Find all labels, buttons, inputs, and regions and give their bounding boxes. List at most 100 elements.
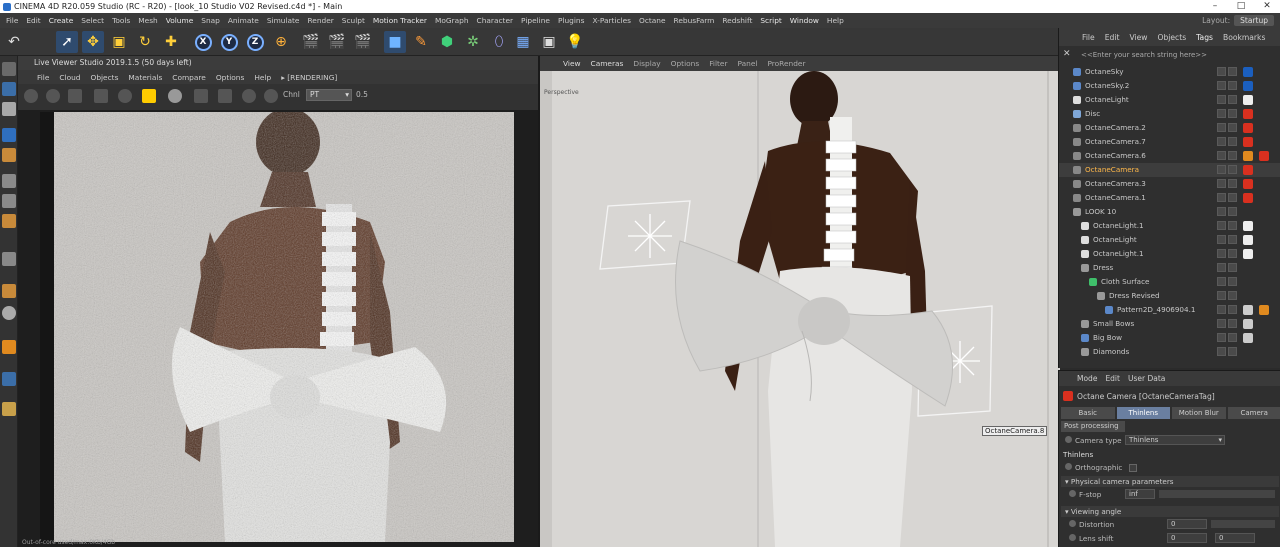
maximize-button[interactable]: □ — [1228, 0, 1254, 13]
visibility-editor-icon[interactable] — [1217, 263, 1226, 272]
select-tool-icon[interactable]: ➚ — [56, 31, 78, 53]
object-manager-tab-tags[interactable]: Tags — [1191, 33, 1218, 42]
snap-icon[interactable] — [2, 306, 16, 320]
workplane-icon[interactable] — [2, 402, 16, 416]
object-row[interactable]: OctaneLight.1 — [1059, 247, 1280, 261]
live-viewer-menu-objects[interactable]: Objects — [86, 73, 124, 82]
visibility-flags[interactable] — [1217, 179, 1237, 188]
visibility-flags[interactable] — [1217, 123, 1237, 132]
object-row[interactable]: OctaneCamera.3 — [1059, 177, 1280, 191]
visibility-editor-icon[interactable] — [1217, 249, 1226, 258]
menu-tools[interactable]: Tools — [108, 16, 134, 25]
object-row[interactable]: Disc — [1059, 107, 1280, 121]
magnet-icon[interactable] — [2, 340, 16, 354]
visibility-flags[interactable] — [1217, 305, 1237, 314]
orthographic-checkbox[interactable] — [1128, 464, 1137, 472]
menu-rebusfarm[interactable]: RebusFarm — [670, 16, 719, 25]
viewport-menu-options[interactable]: Options — [666, 59, 705, 68]
viewport-menu-view[interactable]: View — [558, 59, 586, 68]
menu-animate[interactable]: Animate — [224, 16, 263, 25]
visibility-flags[interactable] — [1217, 193, 1237, 202]
visibility-editor-icon[interactable] — [1217, 207, 1226, 216]
y-axis-lock-icon[interactable]: Y — [218, 31, 240, 53]
visibility-render-icon[interactable] — [1228, 207, 1237, 216]
visibility-render-icon[interactable] — [1228, 319, 1237, 328]
object-row[interactable]: OctaneSky.2 — [1059, 79, 1280, 93]
visibility-render-icon[interactable] — [1228, 235, 1237, 244]
object-row[interactable]: OctaneLight — [1059, 93, 1280, 107]
viewport-scene[interactable]: Perspective OctaneCamera.8 — [540, 71, 1060, 547]
camera-icon[interactable]: ▣ — [538, 31, 560, 53]
visibility-editor-icon[interactable] — [1217, 221, 1226, 230]
undo-icon[interactable]: ↶ — [3, 31, 25, 53]
visibility-render-icon[interactable] — [1228, 305, 1237, 314]
visibility-render-icon[interactable] — [1228, 151, 1237, 160]
visibility-editor-icon[interactable] — [1217, 291, 1226, 300]
live-viewer-menu-help[interactable]: Help — [249, 73, 276, 82]
physical-camera-section[interactable]: ▾ Physical camera parameters — [1061, 476, 1279, 487]
region-render-icon[interactable] — [194, 89, 208, 103]
visibility-flags[interactable] — [1217, 319, 1237, 328]
deformer-icon[interactable]: ⬯ — [488, 31, 510, 53]
object-manager-tab-objects[interactable]: Objects — [1152, 33, 1191, 42]
tab-motion-blur[interactable]: Motion Blur — [1172, 407, 1226, 419]
rotate-tool-icon[interactable]: ↻ — [134, 31, 156, 53]
visibility-flags[interactable] — [1217, 109, 1237, 118]
object-tag-icon[interactable] — [1243, 137, 1253, 147]
lens-shift-input[interactable]: 0 — [1167, 533, 1207, 543]
live-viewer-menu-materials[interactable]: Materials — [123, 73, 167, 82]
object-row[interactable]: OctaneCamera.7 — [1059, 135, 1280, 149]
object-row[interactable]: Cloth Surface — [1059, 275, 1280, 289]
menu-render[interactable]: Render — [303, 16, 337, 25]
menu-mograph[interactable]: MoGraph — [431, 16, 473, 25]
menu-plugins[interactable]: Plugins — [554, 16, 588, 25]
object-row[interactable]: LOOK 10 — [1059, 205, 1280, 219]
object-tag-icon[interactable] — [1259, 151, 1269, 161]
visibility-flags[interactable] — [1217, 263, 1237, 272]
visibility-flags[interactable] — [1217, 137, 1237, 146]
menu-window[interactable]: Window — [786, 16, 823, 25]
search-close-icon[interactable]: ✕ — [1063, 49, 1071, 59]
film-region-icon[interactable] — [218, 89, 232, 103]
render-settings-gear-icon[interactable] — [118, 89, 132, 103]
visibility-flags[interactable] — [1217, 151, 1237, 160]
visibility-flags[interactable] — [1217, 95, 1237, 104]
menu-snap[interactable]: Snap — [197, 16, 224, 25]
edge-mode-icon[interactable] — [2, 148, 16, 162]
visibility-editor-icon[interactable] — [1217, 193, 1226, 202]
visibility-render-icon[interactable] — [1228, 291, 1237, 300]
object-row[interactable]: Diamonds — [1059, 345, 1280, 359]
distortion-slider[interactable] — [1211, 520, 1275, 528]
visibility-editor-icon[interactable] — [1217, 235, 1226, 244]
lens-shift-y-input[interactable]: 0 — [1215, 533, 1255, 543]
visibility-render-icon[interactable] — [1228, 221, 1237, 230]
make-editable-icon[interactable] — [2, 62, 16, 76]
object-search-input[interactable]: <<Enter your search string here>> — [1077, 49, 1277, 61]
point-mode-icon[interactable] — [2, 128, 16, 142]
menu-octane[interactable]: Octane — [635, 16, 670, 25]
attribute-menu-edit[interactable]: Edit — [1101, 374, 1124, 383]
visibility-editor-icon[interactable] — [1217, 333, 1226, 342]
viewport-menu-panel[interactable]: Panel — [733, 59, 763, 68]
visibility-editor-icon[interactable] — [1217, 165, 1226, 174]
scale-tool-icon[interactable]: ▣ — [108, 31, 130, 53]
object-row[interactable]: OctaneSky — [1059, 65, 1280, 79]
keyframe-dot-icon[interactable] — [1065, 436, 1072, 443]
plus-tool-icon[interactable]: ✚ — [160, 31, 182, 53]
minimize-button[interactable]: – — [1202, 0, 1228, 13]
menu-mesh[interactable]: Mesh — [134, 16, 161, 25]
visibility-editor-icon[interactable] — [1217, 305, 1226, 314]
object-tag-icon[interactable] — [1243, 179, 1253, 189]
brush-icon[interactable] — [2, 284, 16, 298]
attribute-menu-mode[interactable]: Mode — [1073, 374, 1101, 383]
live-viewer-menu-cloud[interactable]: Cloud — [54, 73, 85, 82]
object-row[interactable]: OctaneLight — [1059, 233, 1280, 247]
layout-value[interactable]: Startup — [1234, 15, 1274, 26]
pick-material-icon[interactable] — [264, 89, 278, 103]
keyframe-dot-icon[interactable] — [1065, 463, 1072, 470]
visibility-editor-icon[interactable] — [1217, 347, 1226, 356]
visibility-render-icon[interactable] — [1228, 249, 1237, 258]
layout-selector[interactable]: Layout: Startup — [1202, 13, 1274, 28]
visibility-editor-icon[interactable] — [1217, 151, 1226, 160]
visibility-flags[interactable] — [1217, 235, 1237, 244]
